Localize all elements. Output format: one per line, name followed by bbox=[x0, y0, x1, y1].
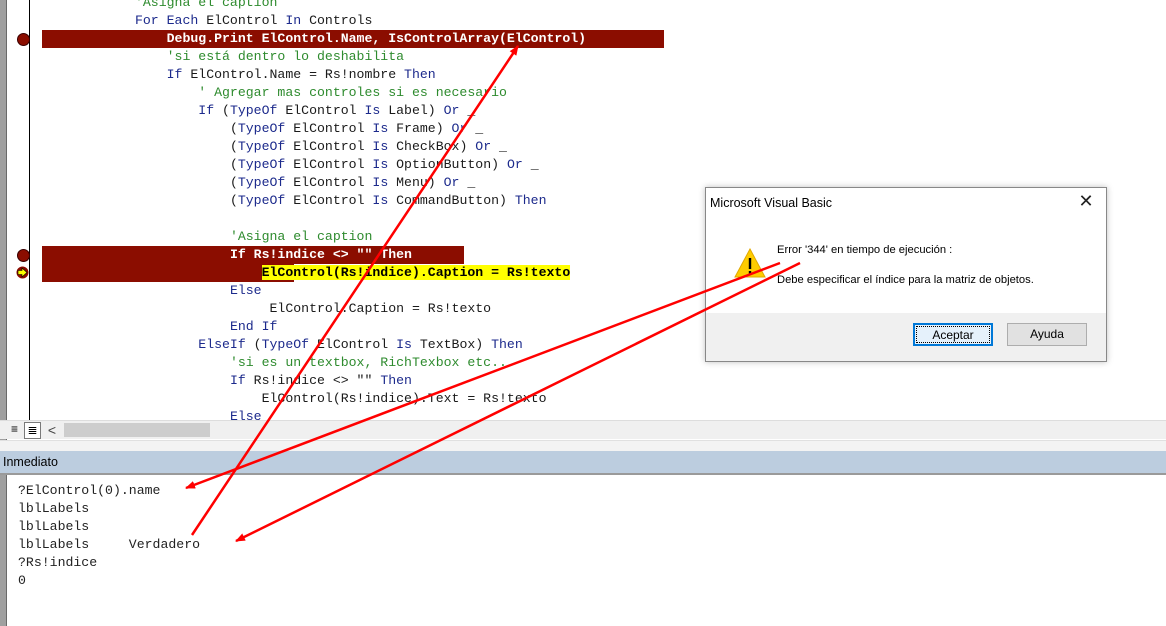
dialog-title: Microsoft Visual Basic bbox=[710, 196, 833, 210]
code-line[interactable]: ElControl.Caption = Rs!texto bbox=[40, 300, 492, 318]
immediate-line: ?Rs!indice bbox=[18, 555, 98, 570]
breakpoint-margin[interactable] bbox=[7, 0, 30, 420]
immediate-line: lblLabels bbox=[18, 501, 90, 516]
code-line[interactable]: ' Agregar mas controles si es necesario bbox=[40, 84, 507, 102]
error-code-text: Error '344' en tiempo de ejecución : bbox=[777, 244, 953, 256]
warning-icon bbox=[734, 248, 766, 278]
horizontal-scrollbar[interactable]: ≡ ≣ < bbox=[0, 420, 1166, 439]
immediate-line: lblLabels Verdadero bbox=[18, 537, 201, 552]
full-module-view-icon[interactable]: ≣ bbox=[24, 422, 41, 439]
code-line[interactable]: Else bbox=[40, 282, 262, 300]
code-line[interactable]: End If bbox=[40, 318, 277, 336]
immediate-line: lblLabels bbox=[18, 519, 90, 534]
breakpoint-icon[interactable] bbox=[17, 33, 30, 46]
close-icon[interactable]: ✕ bbox=[1076, 191, 1096, 211]
immediate-window-title: Inmediato bbox=[0, 451, 1166, 475]
immediate-window[interactable]: ?ElControl(0).name lblLabels lblLabels lblL… bbox=[7, 477, 1166, 626]
scroll-left-arrow[interactable]: < bbox=[44, 421, 60, 439]
code-line[interactable]: (TypeOf ElControl Is CommandButton) Then bbox=[40, 192, 547, 210]
code-line[interactable]: Debug.Print ElControl.Name, IsControlArr… bbox=[40, 30, 586, 48]
code-line[interactable]: 'Asigna el caption bbox=[40, 228, 372, 246]
immediate-line: 0 bbox=[18, 573, 26, 588]
window-left-border bbox=[0, 0, 7, 626]
error-message-text: Debe especificar el índice para la matri… bbox=[777, 274, 1034, 286]
code-line[interactable]: If ElControl.Name = Rs!nombre Then bbox=[40, 66, 436, 84]
immediate-line: ?ElControl(0).name bbox=[18, 483, 161, 498]
scroll-thumb[interactable] bbox=[64, 423, 210, 437]
code-line[interactable]: 'si está dentro lo deshabilita bbox=[40, 48, 404, 66]
pane-splitter[interactable] bbox=[0, 440, 1166, 451]
execution-pointer-icon bbox=[16, 266, 29, 279]
procedure-view-icon[interactable]: ≡ bbox=[7, 422, 22, 437]
dialog-footer: Aceptar Ayuda bbox=[706, 313, 1106, 361]
code-line[interactable]: 'si es un textbox, RichTexbox etc... bbox=[40, 354, 515, 372]
code-line[interactable]: If Rs!indice <> "" Then bbox=[40, 246, 412, 264]
code-line[interactable]: ElControl(Rs!indice).Caption = Rs!texto bbox=[40, 264, 571, 282]
error-dialog: Microsoft Visual Basic ✕ Error '344' en … bbox=[705, 187, 1107, 362]
code-line[interactable]: (TypeOf ElControl Is CheckBox) Or _ bbox=[40, 138, 507, 156]
code-line[interactable]: 'Asigna el caption bbox=[40, 0, 277, 12]
code-line[interactable]: For Each ElControl In Controls bbox=[40, 12, 372, 30]
code-line[interactable]: If Rs!indice <> "" Then bbox=[40, 372, 412, 390]
code-line[interactable]: ElControl(Rs!indice).Text = Rs!texto bbox=[40, 390, 547, 408]
aceptar-button[interactable]: Aceptar bbox=[913, 323, 993, 346]
code-line[interactable]: (TypeOf ElControl Is OptionButton) Or _ bbox=[40, 156, 539, 174]
ayuda-button[interactable]: Ayuda bbox=[1007, 323, 1087, 346]
code-line[interactable]: (TypeOf ElControl Is Frame) Or _ bbox=[40, 120, 483, 138]
breakpoint-icon[interactable] bbox=[17, 249, 30, 262]
code-line[interactable]: (TypeOf ElControl Is Menu) Or _ bbox=[40, 174, 475, 192]
code-line[interactable]: ElseIf (TypeOf ElControl Is TextBox) The… bbox=[40, 336, 522, 354]
code-line[interactable]: If (TypeOf ElControl Is Label) Or _ bbox=[40, 102, 475, 120]
